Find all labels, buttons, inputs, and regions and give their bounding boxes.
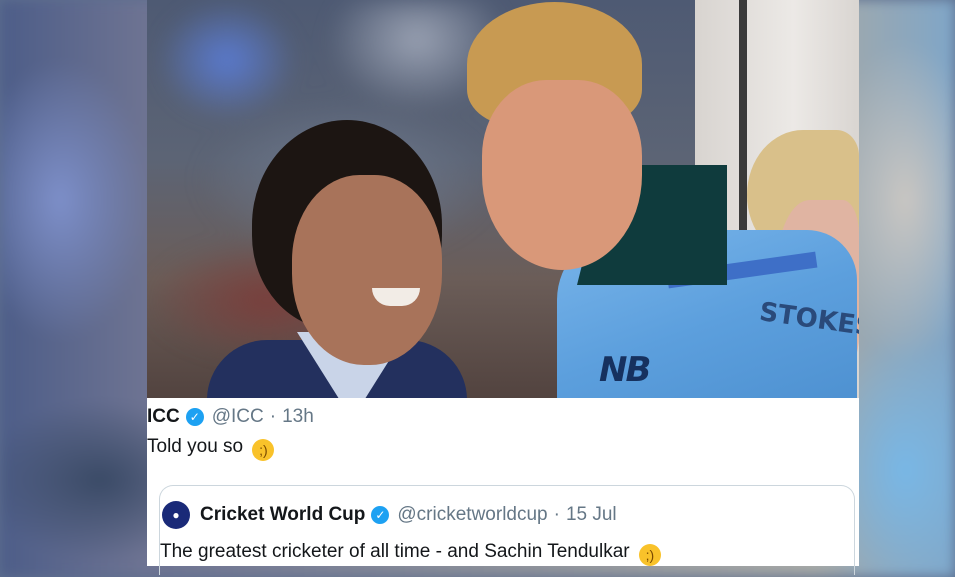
tweet-timestamp[interactable]: 13h: [282, 406, 314, 428]
tweet-handle[interactable]: @ICC: [212, 406, 264, 428]
person-left-face: [292, 175, 442, 365]
jersey-brand-logo: NB: [599, 350, 651, 390]
cricket-world-cup-avatar[interactable]: ●: [162, 501, 190, 529]
quoted-author-name[interactable]: Cricket World Cup: [200, 504, 365, 526]
tweet-text-content: Told you so: [147, 436, 244, 457]
winking-face-emoji-icon: ;): [638, 544, 661, 566]
quoted-text-content: The greatest cricketer of all time - and…: [160, 541, 630, 562]
quoted-tweet[interactable]: ● Cricket World Cup ✓ @cricketworldcup ·…: [159, 485, 855, 575]
quoted-date[interactable]: 15 Jul: [566, 504, 617, 526]
quoted-tweet-text: The greatest cricketer of all time - and…: [160, 541, 661, 566]
verified-badge-icon: ✓: [185, 408, 204, 426]
tweet-card[interactable]: ICC ✓ @ICC · 13h Told you so ;) ● Cricke…: [147, 398, 859, 575]
quoted-separator: ·: [553, 504, 560, 525]
verified-badge-icon: ✓: [371, 506, 390, 524]
tweet-separator: ·: [269, 406, 277, 427]
tweet-header: ICC ✓ @ICC · 13h: [147, 404, 314, 430]
quoted-handle[interactable]: @cricketworldcup: [397, 504, 547, 526]
person-right-face: [482, 80, 642, 270]
winking-face-emoji-icon: ;): [252, 439, 275, 461]
tweet-author-name[interactable]: ICC: [147, 406, 180, 428]
pole: [739, 0, 747, 230]
quoted-tweet-header: ● Cricket World Cup ✓ @cricketworldcup ·…: [162, 501, 617, 529]
tweet-text: Told you so ;): [147, 436, 275, 461]
tweet-photo[interactable]: NB STOKES: [147, 0, 859, 398]
